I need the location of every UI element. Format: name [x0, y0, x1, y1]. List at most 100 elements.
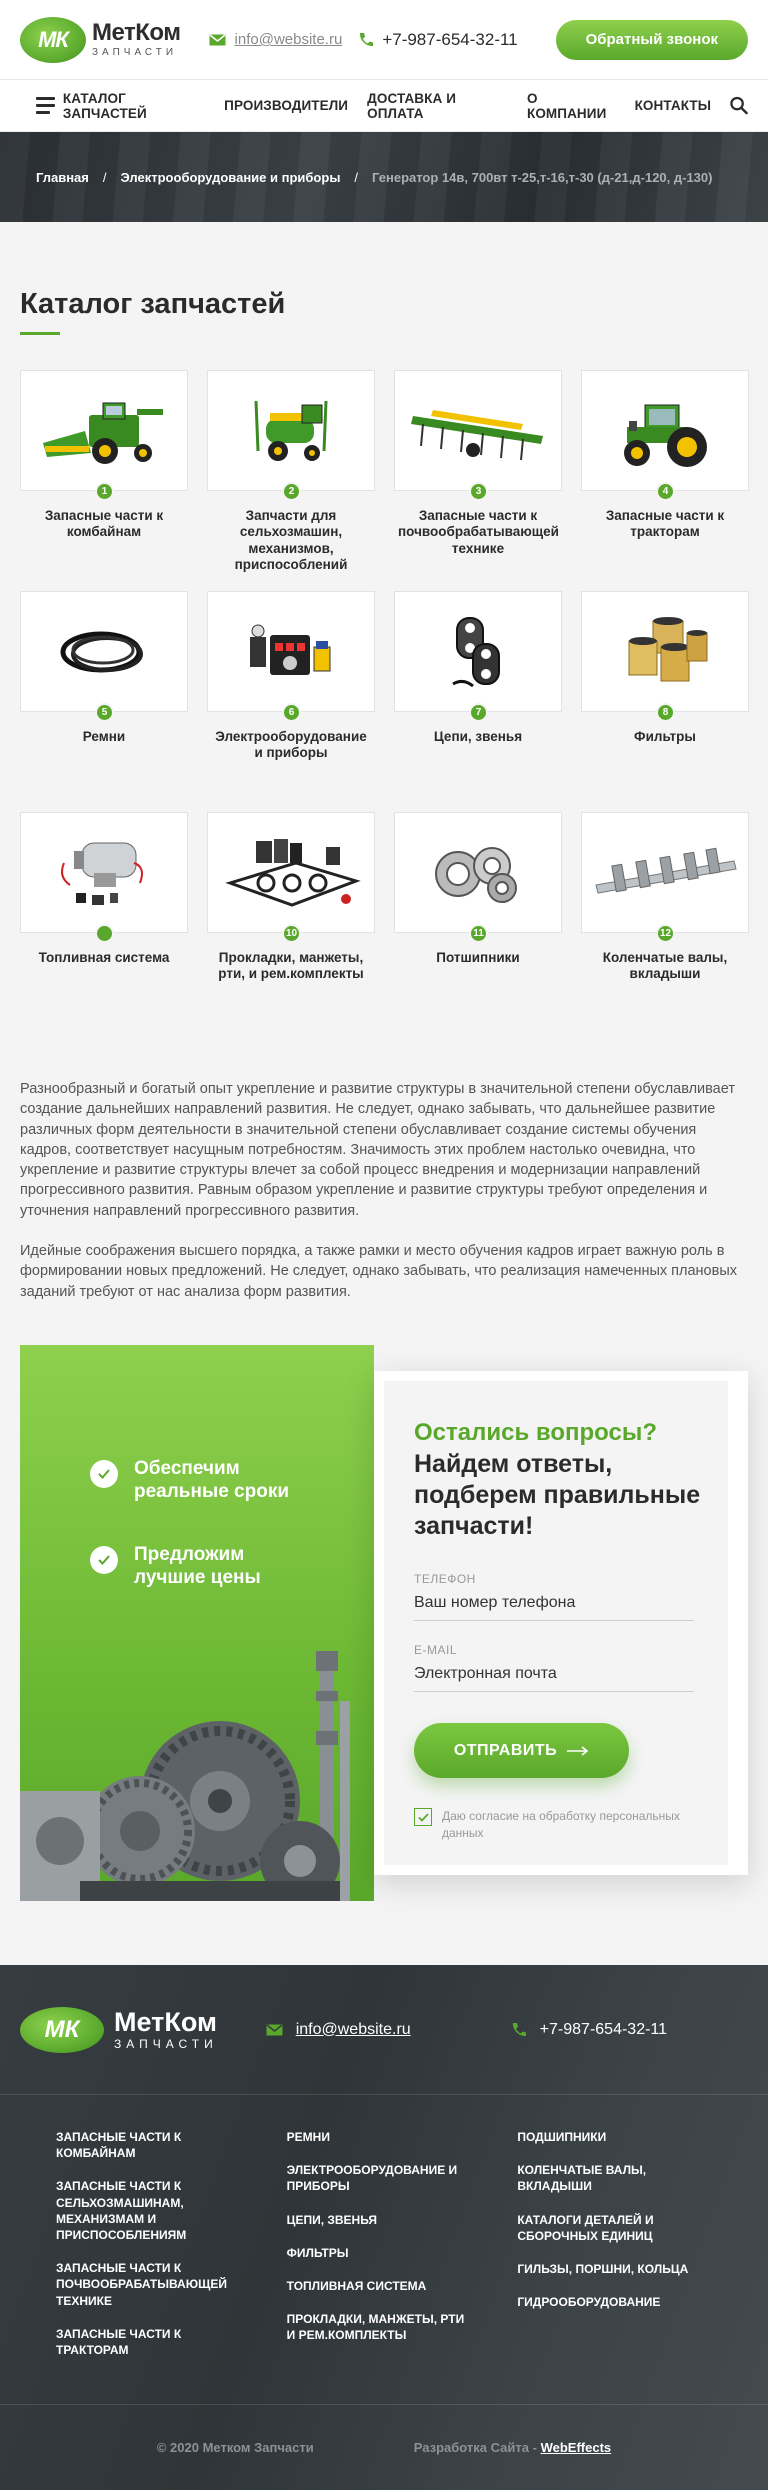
nav-item-contacts[interactable]: КОНТАКТЫ [635, 98, 711, 113]
footer-links: ЗАПАСНЫЕ ЧАСТИ К КОМБАЙНАМ ЗАПАСНЫЕ ЧАСТ… [0, 2095, 768, 2405]
nav-item-catalog[interactable]: КАТАЛОГ ЗАПЧАСТЕЙ [63, 91, 205, 121]
catalog-grid: 1 Запасные части к комбайнам 2 Запчасти … [20, 370, 749, 1033]
catalog-card[interactable]: 3 Запасные части к почвообрабатывающей т… [394, 370, 562, 591]
catalog-card[interactable]: Топливная система [20, 812, 188, 1033]
footer-email-link[interactable]: info@website.ru [296, 2021, 411, 2039]
main-nav: КАТАЛОГ ЗАПЧАСТЕЙ ПРОИЗВОДИТЕЛИ ДОСТАВКА… [0, 80, 768, 132]
footer-link[interactable]: ГИЛЬЗЫ, ПОРШНИ, КОЛЬЦА [517, 2261, 697, 2277]
footer-link[interactable]: КАТАЛОГИ ДЕТАЛЕЙ И СБОРОЧНЫХ ЕДИНИЦ [517, 2212, 697, 2244]
gasket-kit-icon [207, 812, 375, 933]
promo-item-deadlines: Обеспечим реальные сроки [90, 1457, 304, 1503]
breadcrumb-current: Генератор 14в, 700вт т-25,т-16,т-30 (д-2… [372, 169, 713, 185]
catalog-card[interactable]: 2 Запчасти для сельхозмашин, механизмов,… [207, 370, 375, 591]
header-email-link[interactable]: info@website.ru [235, 31, 343, 48]
card-number: 3 [469, 482, 488, 501]
footer-link[interactable]: ЗАПАСНЫЕ ЧАСТИ К ПОЧВООБРАБАТЫВАЮЩЕЙ ТЕХ… [56, 2260, 236, 2309]
footer-link[interactable]: ЦЕПИ, ЗВЕНЬЯ [287, 2212, 467, 2228]
catalog-card[interactable]: 10 Прокладки, манжеты, рти, и рем.компле… [207, 812, 375, 1033]
catalog-card[interactable]: 6 Электрооборудование и приборы [207, 591, 375, 812]
seo-paragraph: Идейные соображения высшего порядка, а т… [20, 1243, 737, 1300]
footer-link[interactable]: ЗАПАСНЫЕ ЧАСТИ К ТРАКТОРАМ [56, 2326, 236, 2358]
phone-input[interactable] [414, 1586, 694, 1621]
catalog-card[interactable]: 5 Ремни [20, 591, 188, 812]
phone-icon [512, 2022, 526, 2036]
menu-icon[interactable] [36, 97, 55, 114]
logo[interactable]: МК МетКом ЗАПЧАСТИ [20, 16, 181, 63]
breadcrumb-category[interactable]: Электрооборудование и приборы [121, 170, 341, 185]
footer-link[interactable]: КОЛЕНЧАТЫЕ ВАЛЫ, ВКЛАДЫШИ [517, 2162, 697, 2194]
footer-link[interactable]: ФИЛЬТРЫ [287, 2245, 467, 2261]
footer-link[interactable]: ПОДШИПНИКИ [517, 2129, 697, 2145]
checkmark-icon [417, 1812, 429, 1822]
catalog-card[interactable]: 1 Запасные части к комбайнам [20, 370, 188, 591]
mail-icon [266, 2023, 283, 2035]
combine-harvester-icon [20, 370, 188, 491]
card-number: 7 [469, 703, 488, 722]
footer-phone: +7-987-654-32-11 [511, 2021, 667, 2039]
card-number: 11 [469, 924, 488, 943]
logo-name: МетКом [92, 19, 181, 46]
card-number [95, 924, 114, 943]
contact-form-section: Обеспечим реальные сроки Предложим лучши… [0, 1345, 768, 1965]
footer-column: ЗАПАСНЫЕ ЧАСТИ К КОМБАЙНАМ ЗАПАСНЫЕ ЧАСТ… [56, 2129, 287, 2404]
seeder-icon [394, 370, 562, 491]
footer-link[interactable]: ТОПЛИВНАЯ СИСТЕМА [287, 2278, 467, 2294]
belts-icon [20, 591, 188, 712]
footer-logo-name: МетКом [114, 2007, 217, 2037]
nav-item-delivery[interactable]: ДОСТАВКА И ОПЛАТА [367, 91, 508, 121]
footer-link[interactable]: ЗАПАСНЫЕ ЧАСТИ К КОМБАЙНАМ [56, 2129, 236, 2161]
email-input[interactable] [414, 1657, 694, 1692]
callback-button[interactable]: Обратный звонок [555, 19, 748, 60]
card-label: Запасные части к почвообрабатывающей тех… [398, 508, 559, 556]
mail-icon [209, 33, 226, 45]
footer-link[interactable]: ПРОКЛАДКИ, МАНЖЕТЫ, РТИ И РЕМ.КОМПЛЕКТЫ [287, 2311, 467, 2343]
search-icon[interactable] [730, 96, 748, 115]
footer-link[interactable]: ЭЛЕКТРООБОРУДОВАНИЕ И ПРИБОРЫ [287, 2162, 467, 2194]
footer-phone-number[interactable]: +7-987-654-32-11 [540, 2021, 667, 2039]
footer-link[interactable]: ГИДРООБОРУДОВАНИЕ [517, 2294, 697, 2310]
page-title: Каталог запчастей [20, 288, 286, 320]
fuel-pump-icon [20, 812, 188, 933]
catalog-section: Каталог запчастей 1 Запасные части к ком… [0, 222, 768, 1360]
nav-item-manufacturers[interactable]: ПРОИЗВОДИТЕЛИ [224, 98, 348, 113]
developer-link[interactable]: WebEffects [541, 2440, 612, 2455]
tractor-icon [581, 370, 749, 491]
catalog-card[interactable]: 8 Фильтры [581, 591, 749, 812]
card-number: 4 [656, 482, 675, 501]
arrow-right-icon [567, 1745, 589, 1756]
catalog-card[interactable]: 4 Запасные части к тракторам [581, 370, 749, 591]
catalog-card[interactable]: 7 Цепи, звенья [394, 591, 562, 812]
card-label: Запчасти для сельхозмашин, механизмов, п… [234, 508, 348, 573]
consent-checkbox[interactable] [414, 1808, 432, 1826]
breadcrumb: Главная / Электрооборудование и приборы … [0, 132, 768, 222]
submit-button[interactable]: ОТПРАВИТЬ [414, 1723, 629, 1778]
machine-parts-image [20, 1651, 350, 1901]
footer-column: ПОДШИПНИКИ КОЛЕНЧАТЫЕ ВАЛЫ, ВКЛАДЫШИ КАТ… [517, 2129, 748, 2404]
card-label: Цепи, звенья [433, 729, 523, 744]
site-header: МК МетКом ЗАПЧАСТИ info@website.ru +7-98… [0, 0, 768, 222]
filters-icon [581, 591, 749, 712]
footer-logo[interactable]: МК МетКом ЗАПЧАСТИ [20, 2006, 218, 2053]
footer-link[interactable]: РЕМНИ [287, 2129, 467, 2145]
promo-banner: Обеспечим реальные сроки Предложим лучши… [20, 1345, 374, 1901]
breadcrumb-home[interactable]: Главная [36, 170, 89, 185]
card-label: Фильтры [634, 729, 696, 744]
phone-label: ТЕЛЕФОН [414, 1572, 476, 1586]
nav-item-about[interactable]: О КОМПАНИИ [527, 91, 616, 121]
catalog-card[interactable]: 12 Коленчатые валы, вкладыши [581, 812, 749, 1033]
header-phone-number[interactable]: +7-987-654-32-11 [382, 30, 517, 50]
sprayer-icon [207, 370, 375, 491]
consent-text: Даю согласие на обработку персональных д… [442, 1809, 680, 1840]
footer-link[interactable]: ЗАПАСНЫЕ ЧАСТИ К СЕЛЬХОЗМАШИНАМ, МЕХАНИЗ… [56, 2178, 236, 2243]
footer-bottom: © 2020 Метком Запчасти Разработка Сайта … [0, 2405, 768, 2490]
card-number: 2 [282, 482, 301, 501]
contact-form-card: Остались вопросы? Найдем ответы, подбере… [374, 1371, 748, 1875]
header-phone: +7-987-654-32-11 [358, 30, 518, 50]
card-label: Запасные части к тракторам [605, 508, 725, 540]
check-icon [90, 1460, 118, 1488]
site-footer: МК МетКом ЗАПЧАСТИ info@website.ru +7-98… [0, 1965, 768, 2490]
footer-logo-mark: МК [20, 2006, 104, 2053]
card-number: 12 [656, 924, 675, 943]
catalog-card[interactable]: 11 Потшипники [394, 812, 562, 1033]
developer-credit: Разработка Сайта - WebEffects [414, 2440, 611, 2455]
